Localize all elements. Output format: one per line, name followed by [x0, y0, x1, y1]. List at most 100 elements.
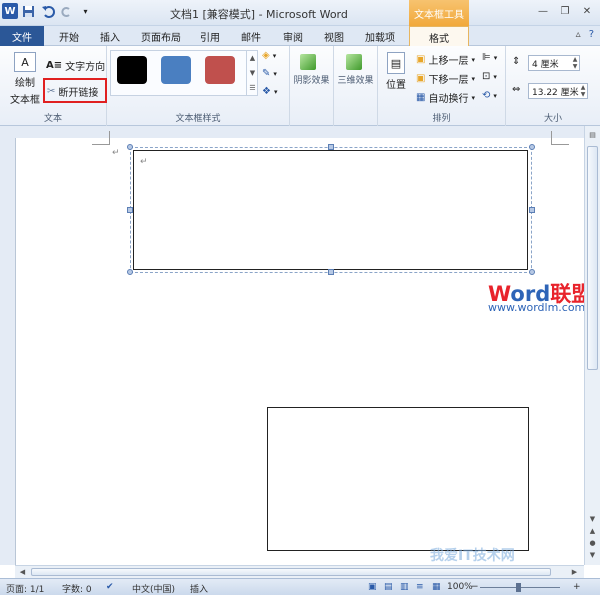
scroll-down-icon[interactable]: ▼ [587, 514, 598, 524]
scroll-right-icon[interactable]: ▶ [569, 567, 580, 577]
group-icon: ⊡ [482, 71, 491, 82]
contextual-tab-group-label: 文本框工具 [409, 0, 469, 26]
width-input[interactable]: 13.22 厘米 ▲ ▼ [528, 83, 588, 99]
arrange-group: ▤ 位置 ▣ 上移一层 ▾ ▣ 下移一层 ▾ ▦ 自动换行 ▾ ⊫ ▾ ⊡ ▾ ⟲ ▾ 排列 [378, 46, 506, 126]
tab-references[interactable]: 引用 [200, 29, 220, 44]
scroll-left-icon[interactable]: ◀ [17, 567, 28, 577]
resize-handle-tl[interactable] [127, 144, 133, 150]
text-group: A 绘制 文本框 A͏≡ 文字方向 ✂ 断开链接 文本 [0, 46, 107, 126]
close-icon[interactable]: ✕ [578, 4, 596, 18]
gallery-up-icon[interactable]: ▲ [250, 54, 255, 62]
tab-page-layout[interactable]: 页面布局 [141, 29, 181, 44]
browse-object-icon[interactable]: ● [587, 538, 598, 548]
next-page-icon[interactable]: ▼ [587, 550, 598, 560]
text-direction-icon: A͏≡ [46, 60, 63, 71]
width-control: ⇔ [512, 84, 520, 95]
shadow-effects-button[interactable] [300, 54, 316, 70]
textbox-1[interactable]: ↵ [133, 150, 528, 270]
quick-access-toolbar: W ▾ [2, 3, 94, 19]
resize-handle-bl[interactable] [127, 269, 133, 275]
tab-file[interactable]: 文件 [0, 26, 44, 46]
window-title: 文档1 [兼容模式] - Microsoft Word [170, 8, 348, 21]
position-button[interactable]: ▤ 位置 [386, 52, 406, 91]
zoom-slider-knob[interactable] [516, 583, 521, 592]
ruler-toggle-icon[interactable]: ▤ [587, 130, 598, 140]
textbox-2[interactable] [267, 407, 529, 551]
redo-icon[interactable] [58, 3, 75, 19]
style-swatch-blue[interactable] [161, 56, 191, 84]
gallery-scroll[interactable]: ▲ ▼ ☰ [246, 50, 258, 96]
bring-forward-button[interactable]: ▣ 上移一层 ▾ [416, 52, 475, 67]
threed-effects-button[interactable] [346, 54, 362, 70]
ruler [0, 126, 600, 138]
crop-mark-right [551, 131, 569, 145]
restore-icon[interactable]: ❐ [556, 4, 574, 18]
line-color-button[interactable]: ✎ ▾ [262, 68, 277, 79]
tab-view[interactable]: 视图 [324, 29, 344, 44]
ribbon-tabs: 文件 开始 插入 页面布局 引用 邮件 审阅 视图 加载项 格式 ▵ ? [0, 26, 600, 47]
position-icon: ▤ [387, 52, 405, 74]
threed-group: 三维效果 [334, 46, 378, 126]
save-icon[interactable] [20, 3, 37, 19]
shadow-icon [300, 54, 316, 70]
crop-mark-left [92, 131, 110, 145]
prev-page-icon[interactable]: ▲ [587, 526, 598, 536]
draw-textbox-button[interactable]: A 绘制 文本框 [10, 52, 40, 106]
align-button[interactable]: ⊫ ▾ [482, 52, 497, 63]
style-swatch-red[interactable] [205, 56, 235, 84]
page-count[interactable]: 页面: 1/1 [6, 582, 44, 595]
word-count[interactable]: 字数: 0 [62, 582, 92, 595]
tab-insert[interactable]: 插入 [100, 29, 120, 44]
shadow-group: 阴影效果 [290, 46, 334, 126]
customize-qat-icon[interactable]: ▾ [77, 3, 94, 19]
view-print-layout-icon[interactable]: ▣ [368, 582, 377, 592]
threed-icon [346, 54, 362, 70]
minimize-icon[interactable]: — [534, 4, 552, 18]
zoom-out-icon[interactable]: − [471, 582, 479, 592]
language-indicator[interactable]: 中文(中国) [132, 582, 175, 595]
view-web-icon[interactable]: ▥ [400, 582, 409, 592]
tab-format[interactable]: 格式 [409, 26, 469, 47]
horizontal-scroll-thumb[interactable] [31, 568, 551, 576]
gallery-more-icon[interactable]: ☰ [249, 84, 255, 92]
resize-handle-br[interactable] [529, 269, 535, 275]
help-icon[interactable]: ? [589, 29, 594, 40]
view-fullscreen-icon[interactable]: ▤ [384, 582, 393, 592]
rotate-button[interactable]: ⟲ ▾ [482, 90, 497, 101]
change-shape-button[interactable]: ❖ ▾ [262, 86, 277, 97]
height-spinner-icon[interactable]: ▲ ▼ [571, 56, 579, 70]
resize-handle-l[interactable] [127, 207, 133, 213]
vertical-scrollbar[interactable]: ▤ ▼ ▲ ● ▼ [584, 126, 600, 565]
resize-handle-tr[interactable] [529, 144, 535, 150]
proofing-icon[interactable]: ✔ [106, 582, 114, 592]
fill-color-button[interactable]: ◈ ▾ [262, 50, 276, 61]
word-logo-icon[interactable]: W [2, 3, 18, 19]
paragraph-mark: ↵ [112, 148, 120, 158]
zoom-level[interactable]: 100% [447, 582, 473, 592]
send-backward-icon: ▣ [416, 73, 426, 84]
resize-handle-t[interactable] [328, 144, 334, 150]
horizontal-scrollbar[interactable]: ◀ ▶ [15, 565, 584, 578]
textbox-paragraph-mark: ↵ [140, 157, 148, 167]
zoom-in-icon[interactable]: + [573, 582, 581, 592]
group-button[interactable]: ⊡ ▾ [482, 71, 497, 82]
undo-icon[interactable] [39, 3, 56, 19]
view-outline-icon[interactable]: ≡ [416, 582, 424, 592]
tab-mailings[interactable]: 邮件 [241, 29, 261, 44]
gallery-down-icon[interactable]: ▼ [250, 69, 255, 77]
style-swatch-black[interactable] [117, 56, 147, 84]
text-direction-button[interactable]: A͏≡ 文字方向 [46, 58, 105, 73]
width-spinner-icon[interactable]: ▲ ▼ [579, 84, 587, 98]
tab-home[interactable]: 开始 [59, 29, 79, 44]
view-draft-icon[interactable]: ▦ [432, 582, 441, 592]
tab-addins[interactable]: 加载项 [365, 29, 395, 44]
height-input[interactable]: 4 厘米 ▲ ▼ [528, 55, 580, 71]
send-backward-button[interactable]: ▣ 下移一层 ▾ [416, 71, 475, 86]
resize-handle-b[interactable] [328, 269, 334, 275]
minimize-ribbon-icon[interactable]: ▵ [576, 29, 581, 40]
resize-handle-r[interactable] [529, 207, 535, 213]
wrap-text-button[interactable]: ▦ 自动换行 ▾ [416, 90, 475, 105]
insert-mode[interactable]: 插入 [190, 582, 208, 595]
vertical-scroll-thumb[interactable] [587, 146, 598, 370]
tab-review[interactable]: 审阅 [283, 29, 303, 44]
